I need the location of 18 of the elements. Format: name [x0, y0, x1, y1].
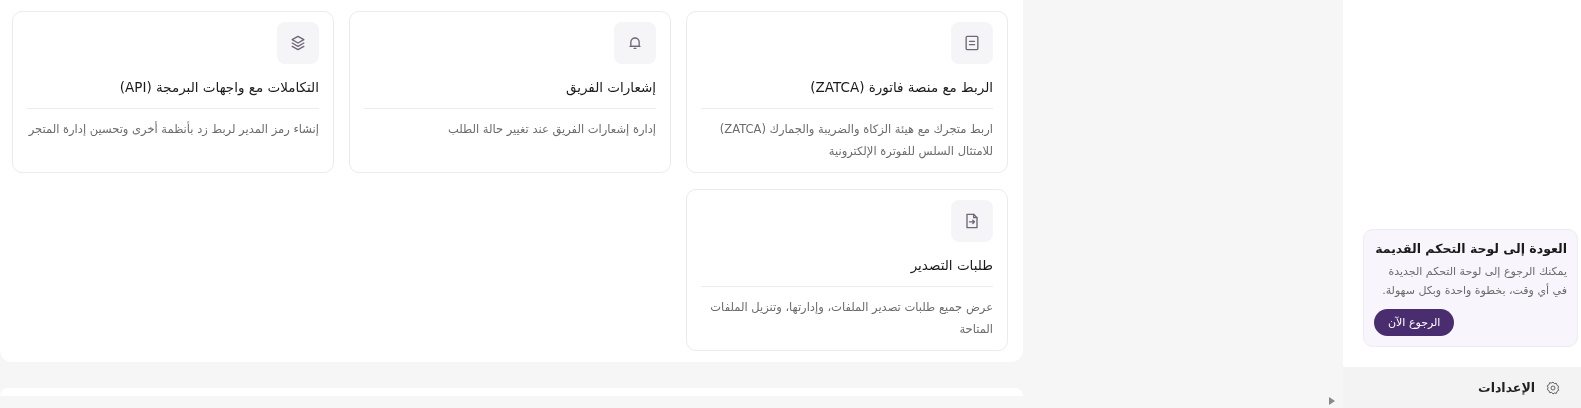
scroll-arrow-icon[interactable]	[1329, 397, 1335, 405]
card-title: إشعارات الفريق	[564, 78, 656, 97]
promo-title: العودة إلى لوحة التحكم القديمة	[1374, 240, 1567, 258]
promo-text: يمكنك الرجوع إلى لوحة التحكم الجديدة في أي وقت، بخطوة واحدة وبكل سهولة.	[1381, 264, 1567, 299]
settings-icon	[1545, 379, 1561, 396]
card-description: إنشاء رمز المدير لربط زد بأنظمة أخرى وتحسين إدارة المتجر	[27, 120, 319, 138]
settings-card[interactable]: طلبات التصدير عرض جميع طلبات تصدير الملفات، وإدارتها، وتنزيل الملفات المتاحة	[686, 189, 1008, 351]
card-description: عرض جميع طلبات تصدير الملفات، وإدارتها، وتنزيل الملفات المتاحة	[709, 299, 993, 338]
sidebar-item[interactable]: الإعدادات	[1343, 367, 1581, 408]
settings-card[interactable]: التكاملات مع واجهات البرمجة (API) إنشاء رمز المدير لربط زد بأنظمة أخرى وتحسين إدارة المتجر	[12, 11, 334, 173]
card-description: اربط متجرك مع هيئة الزكاة والضريبة والجمارك (ZATCA) للامتثال السلس للفوترة الإلكترونية	[718, 121, 993, 161]
settings-card[interactable]: الربط مع منصة فاتورة (ZATCA) اربط متجرك مع هيئة الزكاة والضريبة والجمارك (ZATCA) للامتثال السلس للفوترة الإلكترونية	[686, 11, 1008, 173]
card-description: إدارة إشعارات الفريق عند تغيير حالة الطلب	[446, 121, 656, 139]
settings-card[interactable]: إشعارات الفريق إدارة إشعارات الفريق عند تغيير حالة الطلب	[349, 11, 671, 173]
card-title: الربط مع منصة فاتورة (ZATCA)	[809, 78, 993, 97]
return-now-button[interactable]: الرجوع الآن	[1374, 309, 1455, 336]
card-title: طلبات التصدير	[909, 256, 993, 275]
card-title: التكاملات مع واجهات البرمجة (API)	[118, 78, 319, 97]
